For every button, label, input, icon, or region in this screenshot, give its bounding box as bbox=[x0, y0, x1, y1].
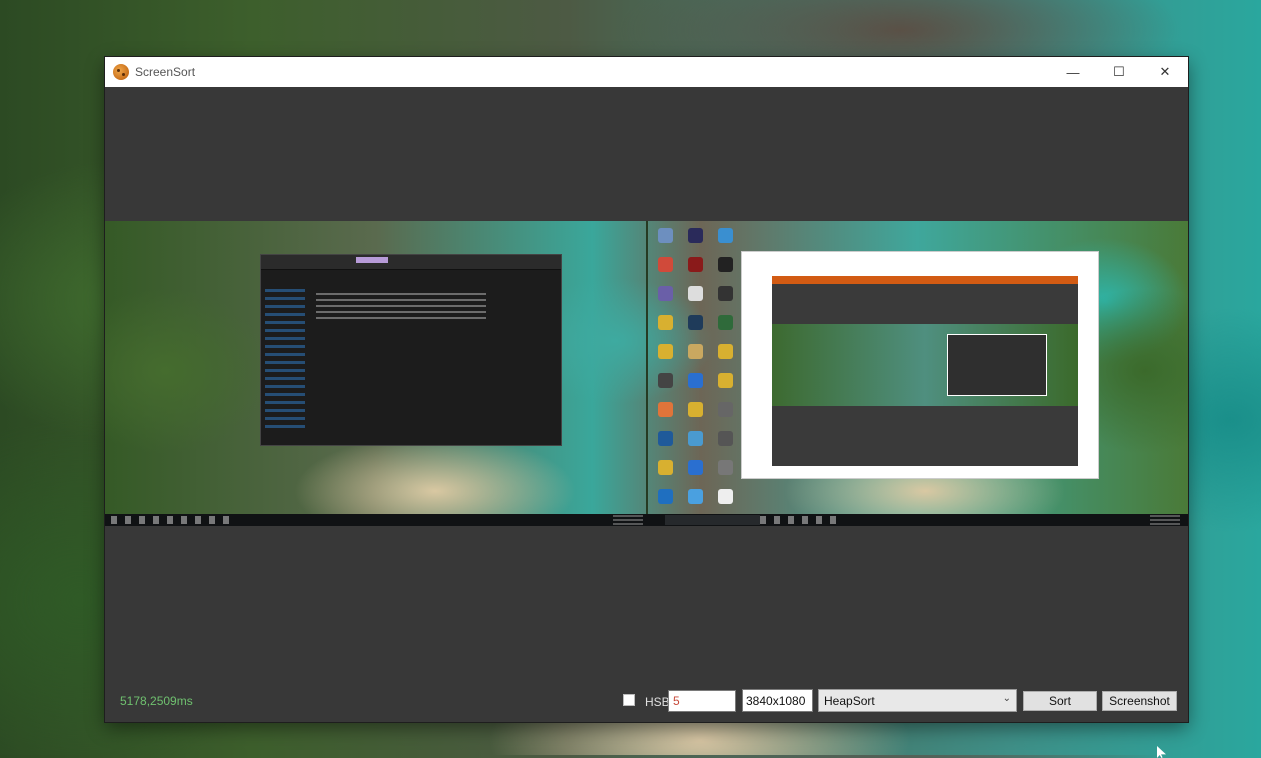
timing-label: 5178,2509ms bbox=[120, 694, 193, 708]
close-button[interactable]: ✕ bbox=[1142, 57, 1188, 87]
resolution-input[interactable] bbox=[742, 689, 813, 712]
titlebar[interactable]: ScreenSort — ☐ ✕ bbox=[105, 57, 1188, 87]
hsb-label: HSB bbox=[645, 695, 670, 709]
algorithm-select[interactable]: HeapSort ⌄ bbox=[818, 689, 1017, 712]
preview-desktop-icons bbox=[654, 224, 736, 506]
hsb-checkbox[interactable] bbox=[623, 694, 635, 706]
screensort-window: ScreenSort — ☐ ✕ 5178,2509ms HSB 5 3840x… bbox=[105, 57, 1188, 722]
window-title: ScreenSort bbox=[135, 65, 196, 79]
window-controls: — ☐ ✕ bbox=[1050, 57, 1188, 87]
maximize-button[interactable]: ☐ bbox=[1096, 57, 1142, 87]
algorithm-selected-value: HeapSort bbox=[824, 694, 875, 708]
preview-nested-window bbox=[741, 251, 1099, 479]
number-input[interactable] bbox=[668, 690, 736, 712]
preview-taskbar bbox=[105, 514, 1188, 526]
monitor-divider bbox=[646, 221, 648, 514]
chevron-down-icon: ⌄ bbox=[1002, 693, 1011, 704]
sort-button[interactable]: Sort bbox=[1023, 691, 1097, 711]
cookie-app-icon bbox=[113, 64, 129, 80]
screenshot-preview bbox=[105, 221, 1188, 526]
screenshot-button[interactable]: Screenshot bbox=[1102, 691, 1177, 711]
preview-file-explorer bbox=[260, 254, 562, 446]
minimize-button[interactable]: — bbox=[1050, 57, 1096, 87]
